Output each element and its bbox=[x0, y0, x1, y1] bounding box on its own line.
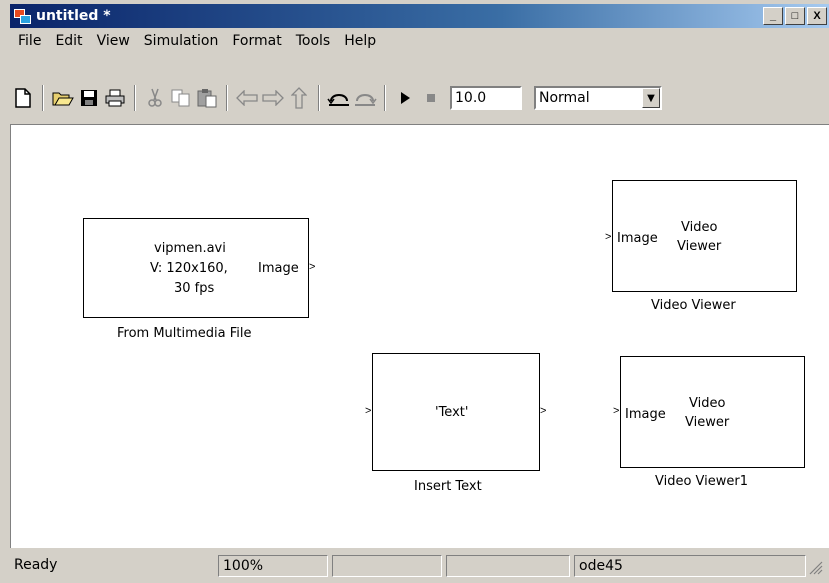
start-icon[interactable] bbox=[392, 85, 418, 111]
title-bar[interactable]: untitled * _ □ X bbox=[10, 4, 829, 28]
cut-icon[interactable] bbox=[142, 85, 168, 111]
open-icon[interactable] bbox=[50, 85, 76, 111]
model-canvas[interactable]: vipmen.avi V: 120x160, 30 fps Image > Fr… bbox=[10, 124, 829, 548]
menu-help[interactable]: Help bbox=[336, 33, 382, 49]
up-arrow-icon[interactable] bbox=[286, 85, 312, 111]
menu-tools[interactable]: Tools bbox=[288, 33, 337, 49]
video-viewer1-block[interactable]: Image Video Viewer bbox=[620, 356, 805, 468]
block-text-dimensions: V: 120x160, bbox=[150, 261, 228, 276]
insert-text-block[interactable]: 'Text' bbox=[372, 353, 540, 471]
viewer-title-line2: Viewer bbox=[685, 415, 730, 430]
output-port-arrow[interactable]: > bbox=[309, 261, 315, 273]
redo-icon[interactable] bbox=[352, 85, 378, 111]
undo-icon[interactable] bbox=[326, 85, 352, 111]
minimize-button[interactable]: _ bbox=[763, 7, 783, 25]
paste-icon[interactable] bbox=[194, 85, 220, 111]
menu-bar: File Edit View Simulation Format Tools H… bbox=[10, 30, 382, 52]
forward-arrow-icon[interactable] bbox=[260, 85, 286, 111]
toolbar-separator bbox=[384, 85, 386, 111]
toolbar: 10.0 Normal ▼ bbox=[10, 76, 829, 120]
maximize-button[interactable]: □ bbox=[785, 7, 805, 25]
status-solver: ode45 bbox=[574, 555, 806, 577]
video-viewer-label[interactable]: Video Viewer bbox=[651, 298, 736, 313]
toolbar-separator bbox=[226, 85, 228, 111]
input-port-arrow[interactable]: > bbox=[613, 405, 619, 417]
toolbar-separator bbox=[42, 85, 44, 111]
menu-edit[interactable]: Edit bbox=[47, 33, 88, 49]
close-button[interactable]: X bbox=[807, 7, 827, 25]
status-zoom: 100% bbox=[218, 555, 328, 577]
simulation-mode-select[interactable]: Normal ▼ bbox=[534, 86, 662, 110]
menu-simulation[interactable]: Simulation bbox=[136, 33, 225, 49]
insert-text-label[interactable]: Insert Text bbox=[414, 479, 482, 494]
chevron-down-icon[interactable]: ▼ bbox=[642, 88, 660, 108]
status-state: Ready bbox=[14, 557, 58, 573]
from-multimedia-file-label[interactable]: From Multimedia File bbox=[117, 326, 252, 341]
input-port-arrow[interactable]: > bbox=[605, 231, 611, 243]
viewer-title-line1: Video bbox=[689, 396, 726, 411]
viewer-title-line2: Viewer bbox=[677, 239, 722, 254]
from-multimedia-file-block[interactable]: vipmen.avi V: 120x160, 30 fps Image bbox=[83, 218, 309, 318]
simulink-logo-icon bbox=[14, 7, 32, 25]
menu-view[interactable]: View bbox=[89, 33, 136, 49]
stop-time-input[interactable]: 10.0 bbox=[450, 86, 522, 110]
stop-icon[interactable] bbox=[418, 85, 444, 111]
simulink-window: untitled * _ □ X File Edit View Simulati… bbox=[0, 0, 829, 583]
save-icon[interactable] bbox=[76, 85, 102, 111]
menu-format[interactable]: Format bbox=[224, 33, 287, 49]
input-port-arrow[interactable]: > bbox=[365, 405, 371, 417]
output-port-arrow[interactable]: > bbox=[540, 405, 546, 417]
toolbar-separator bbox=[318, 85, 320, 111]
video-viewer1-label[interactable]: Video Viewer1 bbox=[655, 474, 748, 489]
new-icon[interactable] bbox=[10, 85, 36, 111]
block-text-filename: vipmen.avi bbox=[154, 241, 226, 256]
back-arrow-icon[interactable] bbox=[234, 85, 260, 111]
insert-text-content: 'Text' bbox=[435, 405, 469, 420]
menu-file[interactable]: File bbox=[10, 33, 47, 49]
resize-grip-icon[interactable] bbox=[809, 561, 825, 577]
status-bar: Ready 100% ode45 bbox=[10, 551, 829, 581]
status-empty-2 bbox=[446, 555, 570, 577]
simulation-mode-value: Normal bbox=[539, 90, 590, 106]
window-title: untitled * bbox=[36, 8, 111, 24]
toolbar-separator bbox=[134, 85, 136, 111]
input-port-label: Image bbox=[625, 407, 666, 422]
block-text-framerate: 30 fps bbox=[174, 281, 215, 296]
viewer-title-line1: Video bbox=[681, 220, 718, 235]
video-viewer-block[interactable]: Image Video Viewer bbox=[612, 180, 797, 292]
input-port-label: Image bbox=[617, 231, 658, 246]
status-empty-1 bbox=[332, 555, 442, 577]
copy-icon[interactable] bbox=[168, 85, 194, 111]
print-icon[interactable] bbox=[102, 85, 128, 111]
output-port-label: Image bbox=[258, 261, 299, 276]
